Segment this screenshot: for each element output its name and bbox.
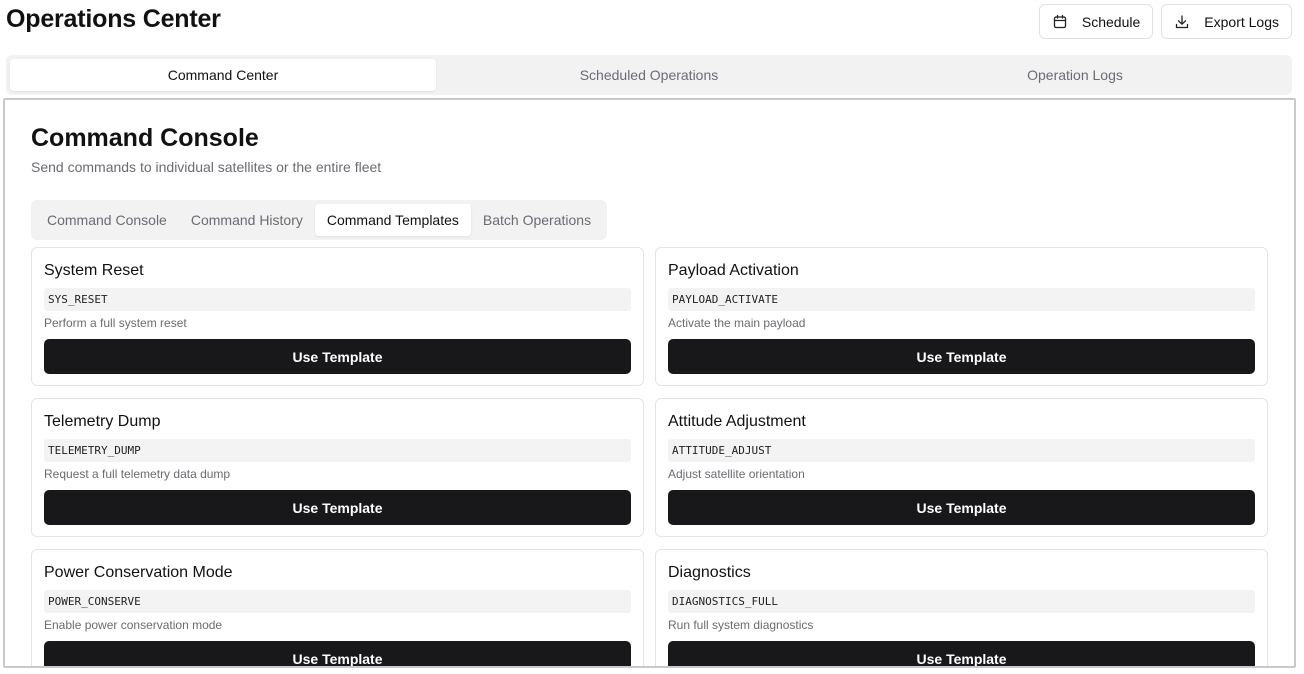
use-template-button[interactable]: Use Template	[668, 641, 1255, 666]
template-card-telemetry-dump: Telemetry Dump TELEMETRY_DUMP Request a …	[31, 398, 644, 537]
template-description: Run full system diagnostics	[668, 618, 814, 632]
tab-command-templates[interactable]: Command Templates	[314, 204, 471, 236]
template-code: ATTITUDE_ADJUST	[668, 439, 1255, 462]
template-description: Adjust satellite orientation	[668, 467, 805, 481]
download-icon	[1174, 14, 1190, 30]
console-subtitle: Send commands to individual satellites o…	[31, 159, 382, 175]
template-code: PAYLOAD_ACTIVATE	[668, 288, 1255, 311]
page-title: Operations Center	[6, 5, 221, 33]
use-template-button[interactable]: Use Template	[668, 490, 1255, 525]
template-card-system-reset: System Reset SYS_RESET Perform a full sy…	[31, 247, 644, 386]
template-name: Telemetry Dump	[44, 413, 161, 430]
schedule-button[interactable]: Schedule	[1038, 4, 1154, 39]
tab-operation-logs[interactable]: Operation Logs	[862, 59, 1288, 91]
template-card-diagnostics: Diagnostics DIAGNOSTICS_FULL Run full sy…	[655, 549, 1268, 666]
calendar-icon	[1052, 14, 1068, 30]
template-name: Payload Activation	[668, 262, 799, 279]
template-description: Enable power conservation mode	[44, 618, 223, 632]
template-card-attitude-adjustment: Attitude Adjustment ATTITUDE_ADJUST Adju…	[655, 398, 1268, 537]
tab-scheduled-operations[interactable]: Scheduled Operations	[436, 59, 862, 91]
template-code: SYS_RESET	[44, 288, 631, 311]
template-card-power-conservation-mode: Power Conservation Mode POWER_CONSERVE E…	[31, 549, 644, 666]
use-template-button[interactable]: Use Template	[44, 641, 631, 666]
export-logs-button-label: Export Logs	[1204, 13, 1279, 30]
template-code: TELEMETRY_DUMP	[44, 439, 631, 462]
tab-command-center[interactable]: Command Center	[10, 59, 436, 91]
template-code: DIAGNOSTICS_FULL	[668, 590, 1255, 613]
use-template-button[interactable]: Use Template	[44, 490, 631, 525]
template-description: Perform a full system reset	[44, 316, 187, 330]
template-card-payload-activation: Payload Activation PAYLOAD_ACTIVATE Acti…	[655, 247, 1268, 386]
template-description: Request a full telemetry data dump	[44, 467, 231, 481]
tab-command-console[interactable]: Command Console	[35, 204, 179, 236]
main-tab-bar: Command Center Scheduled Operations Oper…	[6, 55, 1292, 95]
header-actions: Schedule Export Logs	[1038, 4, 1292, 39]
schedule-button-label: Schedule	[1081, 13, 1141, 30]
console-title: Command Console	[31, 124, 259, 152]
console-tab-bar: Command Console Command History Command …	[31, 200, 608, 240]
template-name: Attitude Adjustment	[668, 413, 806, 430]
use-template-button[interactable]: Use Template	[668, 339, 1255, 374]
template-name: Diagnostics	[668, 564, 751, 581]
use-template-button[interactable]: Use Template	[44, 339, 631, 374]
template-description: Activate the main payload	[668, 316, 806, 330]
tab-batch-operations[interactable]: Batch Operations	[471, 204, 603, 236]
command-console-panel: Command Console Send commands to individ…	[3, 98, 1296, 668]
export-logs-button[interactable]: Export Logs	[1161, 4, 1292, 39]
top-bar: Operations Center Schedule Export Logs	[0, 0, 1304, 48]
tab-command-history[interactable]: Command History	[179, 204, 315, 236]
template-code: POWER_CONSERVE	[44, 590, 631, 613]
template-name: System Reset	[44, 262, 144, 279]
template-name: Power Conservation Mode	[44, 564, 233, 581]
